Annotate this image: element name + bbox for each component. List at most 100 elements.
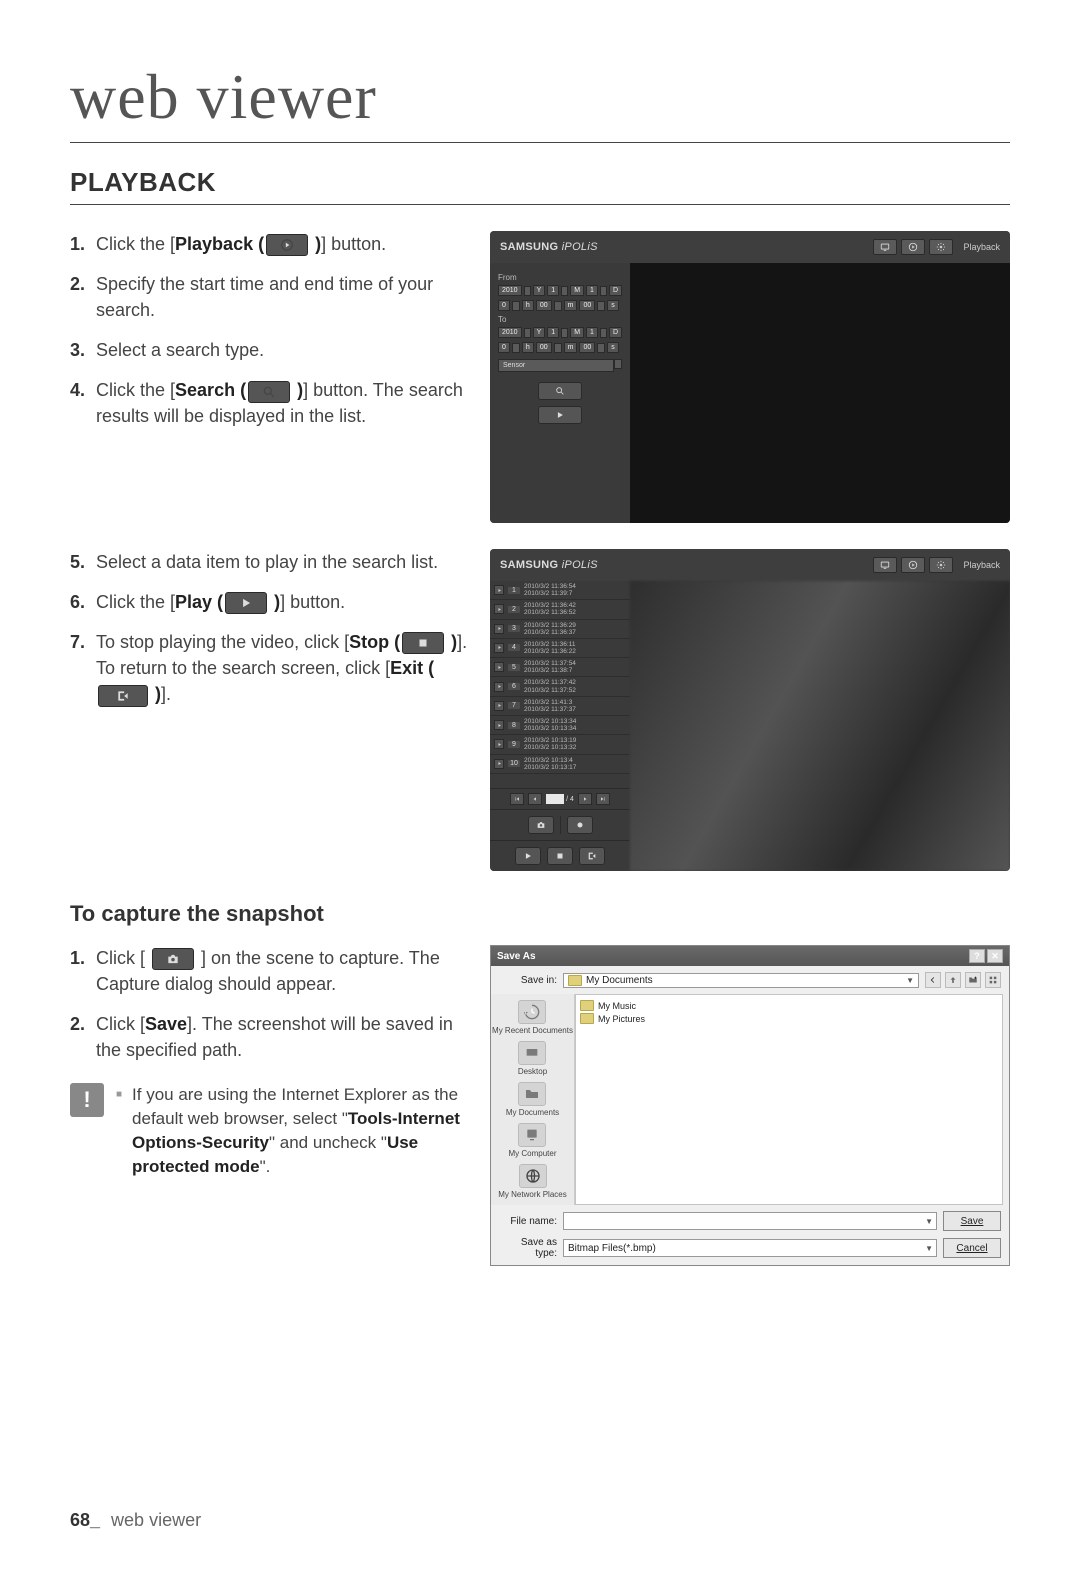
- cancel-button[interactable]: Cancel: [943, 1238, 1001, 1258]
- from-date-row[interactable]: 2010 Y 1 M 1 D: [498, 285, 622, 296]
- place-item[interactable]: My Network Places: [498, 1164, 566, 1199]
- play-icon[interactable]: [494, 585, 504, 595]
- play-icon[interactable]: [494, 643, 504, 653]
- play-icon[interactable]: [494, 682, 504, 692]
- to-date-row[interactable]: 2010 Y 1 M 1 D: [498, 327, 622, 338]
- list-item[interactable]: 1 2010/3/2 11:36:542010/3/2 11:39:7: [490, 581, 630, 600]
- place-item[interactable]: Desktop: [518, 1041, 547, 1076]
- step-item: Select a search type.: [70, 337, 470, 363]
- playback-tab-icon[interactable]: [901, 557, 925, 573]
- filename-input[interactable]: ▼: [563, 1212, 937, 1230]
- to-label: To: [498, 315, 622, 324]
- next-page-button[interactable]: [578, 793, 592, 805]
- place-icon: [518, 1000, 546, 1024]
- back-icon[interactable]: [925, 972, 941, 988]
- list-item[interactable]: 6 2010/3/2 11:37:422010/3/2 11:37:52: [490, 677, 630, 696]
- step-item: Specify the start time and end time of y…: [70, 271, 470, 323]
- list-item[interactable]: 10 2010/3/2 10:13:42010/3/2 10:13:17: [490, 755, 630, 774]
- last-page-button[interactable]: [596, 793, 610, 805]
- settings-icon[interactable]: [929, 239, 953, 255]
- monitor-icon[interactable]: [873, 557, 897, 573]
- play-icon[interactable]: [494, 662, 504, 672]
- dialog-title: Save As: [497, 951, 536, 962]
- file-item[interactable]: My Music: [580, 999, 998, 1012]
- save-button[interactable]: Save: [943, 1211, 1001, 1231]
- logo: SAMSUNG iPOLiS: [500, 241, 598, 253]
- places-bar: My Recent Documents Desktop My Documents My…: [491, 994, 575, 1205]
- list-item[interactable]: 2 2010/3/2 11:36:422010/3/2 11:36:52: [490, 600, 630, 619]
- savein-select[interactable]: My Documents ▼: [563, 973, 919, 988]
- steps-list-c: Click [ ] on the scene to capture. The C…: [70, 945, 470, 1063]
- capture-button[interactable]: [528, 816, 554, 834]
- settings-icon[interactable]: [929, 557, 953, 573]
- step-item: Click the [Playback ( )] button.: [70, 231, 470, 257]
- record-button[interactable]: [567, 816, 593, 834]
- camera-icon: [152, 948, 194, 970]
- to-time-row[interactable]: 0 h 00 m 00 s: [498, 342, 622, 353]
- steps-list-a: Click the [Playback ( )] button. Specify …: [70, 231, 470, 430]
- header-label: Playback: [963, 242, 1000, 252]
- from-label: From: [498, 273, 622, 282]
- list-item[interactable]: 7 2010/3/2 11:41:32010/3/2 11:37:37: [490, 697, 630, 716]
- video-area: [630, 263, 1010, 523]
- page-input[interactable]: [546, 794, 564, 804]
- header-label: Playback: [963, 560, 1000, 570]
- from-time-row[interactable]: 0 h 00 m 00 s: [498, 300, 622, 311]
- step-item: Click the [Search ( )] button. The searc…: [70, 377, 470, 429]
- exit-button[interactable]: [579, 847, 605, 865]
- search-type-select[interactable]: Sensor: [498, 359, 614, 372]
- up-icon[interactable]: [945, 972, 961, 988]
- prev-page-button[interactable]: [528, 793, 542, 805]
- step-item: To stop playing the video, click [Stop (…: [70, 629, 470, 707]
- video-area: [630, 581, 1010, 871]
- savein-label: Save in:: [499, 975, 557, 986]
- result-list: 1 2010/3/2 11:36:542010/3/2 11:39:7 2 20…: [490, 581, 630, 788]
- help-icon[interactable]: ?: [969, 949, 985, 963]
- view-menu-icon[interactable]: [985, 972, 1001, 988]
- play-icon[interactable]: [494, 739, 504, 749]
- folder-icon: [580, 1000, 594, 1011]
- play-icon[interactable]: [494, 624, 504, 634]
- play-icon: [225, 592, 267, 614]
- play-icon[interactable]: [494, 759, 504, 769]
- folder-icon: [580, 1013, 594, 1024]
- play-button[interactable]: [515, 847, 541, 865]
- place-item[interactable]: My Computer: [508, 1123, 556, 1158]
- monitor-icon[interactable]: [873, 239, 897, 255]
- figure-playback-list: SAMSUNG iPOLiS Playback 1 2010/3/2 11:36…: [490, 549, 1010, 871]
- file-item[interactable]: My Pictures: [580, 1012, 998, 1025]
- search-button[interactable]: [538, 382, 582, 400]
- place-icon: [518, 1041, 546, 1065]
- place-item[interactable]: My Documents: [506, 1082, 559, 1117]
- file-list[interactable]: My MusicMy Pictures: [575, 994, 1003, 1205]
- first-page-button[interactable]: [510, 793, 524, 805]
- subsection-title: To capture the snapshot: [70, 901, 1010, 927]
- play-icon[interactable]: [494, 720, 504, 730]
- playback-tab-icon[interactable]: [901, 239, 925, 255]
- place-item[interactable]: My Recent Documents: [492, 1000, 573, 1035]
- list-item[interactable]: 8 2010/3/2 10:13:342010/3/2 10:13:34: [490, 716, 630, 735]
- logo: SAMSUNG iPOLiS: [500, 559, 598, 571]
- play-icon[interactable]: [494, 604, 504, 614]
- playback-icon: [266, 234, 308, 256]
- new-folder-icon[interactable]: [965, 972, 981, 988]
- close-icon[interactable]: ✕: [987, 949, 1003, 963]
- play-icon[interactable]: [494, 701, 504, 711]
- list-item[interactable]: 4 2010/3/2 11:36:112010/3/2 11:36:22: [490, 639, 630, 658]
- savetype-select[interactable]: Bitmap Files(*.bmp)▼: [563, 1239, 937, 1257]
- figure-save-as-dialog: Save As ? ✕ Save in: My Documents ▼: [490, 945, 1010, 1266]
- stop-button[interactable]: [547, 847, 573, 865]
- filename-label: File name:: [499, 1216, 557, 1227]
- list-item[interactable]: 3 2010/3/2 11:36:292010/3/2 11:36:37: [490, 620, 630, 639]
- savetype-label: Save as type:: [499, 1237, 557, 1259]
- search-icon: [248, 381, 290, 403]
- note-text: If you are using the Internet Explorer a…: [116, 1083, 470, 1178]
- list-item[interactable]: 5 2010/3/2 11:37:542010/3/2 11:38:7: [490, 658, 630, 677]
- section-title: PLAYBACK: [70, 167, 1010, 205]
- stop-icon: [402, 632, 444, 654]
- place-icon: [518, 1123, 546, 1147]
- list-item[interactable]: 9 2010/3/2 10:13:192010/3/2 10:13:32: [490, 735, 630, 754]
- play-results-button[interactable]: [538, 406, 582, 424]
- step-item: Click [Save]. The screenshot will be sav…: [70, 1011, 470, 1063]
- folder-icon: [568, 975, 582, 986]
